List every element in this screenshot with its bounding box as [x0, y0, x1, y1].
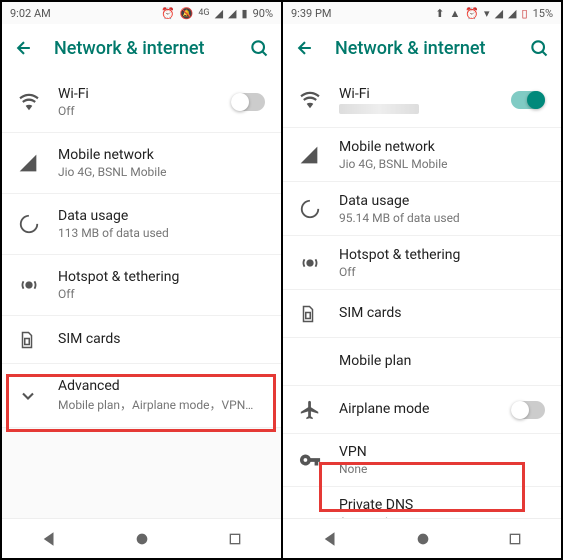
item-sub: Jio 4G, BSNL Mobile: [339, 157, 545, 171]
item-title: Airplane mode: [339, 401, 511, 417]
wifi-status-icon: ▾: [484, 7, 490, 20]
signal-icon: [18, 153, 58, 173]
back-icon[interactable]: [14, 38, 34, 58]
signal-icon: ◢: [495, 7, 503, 20]
nav-recent-icon[interactable]: [227, 531, 243, 547]
mobile-network-item[interactable]: Mobile network Jio 4G, BSNL Mobile: [283, 128, 561, 182]
status-time: 9:39 PM: [291, 7, 331, 20]
alarm-icon: ⏰: [465, 7, 479, 20]
airplane-mode-item[interactable]: Airplane mode: [283, 386, 561, 434]
data-usage-icon: [18, 213, 58, 235]
item-sub: 95.14 MB of data used: [339, 211, 545, 225]
sim-cards-item[interactable]: SIM cards: [283, 290, 561, 338]
nav-back-icon[interactable]: [321, 530, 339, 548]
search-icon[interactable]: [249, 38, 269, 58]
item-sub: Off: [58, 104, 231, 118]
item-title: Data usage: [339, 193, 545, 209]
battery-icon: ▯: [522, 7, 528, 20]
nav-home-icon[interactable]: [134, 531, 150, 547]
item-sub: 113 MB of data used: [58, 226, 265, 240]
status-time: 9:02 AM: [10, 7, 51, 20]
item-sub: Mobile plan，Airplane mode，VPN，Priva…: [58, 396, 265, 413]
airplane-toggle[interactable]: [511, 401, 545, 419]
battery-percent: 15%: [533, 7, 553, 20]
battery-icon: ▮: [242, 7, 248, 20]
wifi-item[interactable]: Wi-Fi Off: [2, 72, 281, 133]
nav-bar: [2, 518, 281, 558]
hotspot-item[interactable]: Hotspot & tethering Off: [283, 236, 561, 290]
status-icons: ⬆ ▲ ⏰ ▾ ◢ ◢ ▯ 15%: [435, 7, 553, 20]
notification-icon: ⬆: [435, 7, 444, 20]
item-title: SIM cards: [58, 331, 265, 347]
signal-icon: ◢: [508, 7, 516, 20]
item-title: Mobile plan: [339, 353, 545, 369]
notification-icon: ▲: [449, 7, 460, 20]
item-title: VPN: [339, 444, 545, 460]
wifi-ssid-redacted: [339, 104, 419, 114]
sim-icon: [18, 329, 58, 351]
item-sub: Off: [58, 287, 265, 301]
item-title: Data usage: [58, 208, 265, 224]
network-type: 4G: [198, 8, 209, 18]
battery-percent: 90%: [253, 7, 273, 20]
chevron-down-icon: [18, 386, 58, 406]
private-dns-item[interactable]: Private DNSAutomatic: [283, 487, 561, 518]
status-bar: 9:02 AM ⏰ 🔕 4G ◢ ◢ ▮ 90%: [2, 2, 281, 24]
data-usage-item[interactable]: Data usage 113 MB of data used: [2, 194, 281, 255]
mobile-plan-item[interactable]: Mobile plan: [283, 338, 561, 386]
app-bar: Network & internet: [283, 24, 561, 72]
hotspot-item[interactable]: Hotspot & tethering Off: [2, 255, 281, 316]
wifi-icon: [299, 89, 339, 111]
vpn-item[interactable]: VPN None: [283, 434, 561, 487]
status-icons: ⏰ 🔕 4G ◢ ◢ ▮ 90%: [161, 7, 273, 20]
wifi-icon: [18, 91, 58, 113]
screen-right: 9:39 PM ⬆ ▲ ⏰ ▾ ◢ ◢ ▯ 15% Network & inte…: [283, 2, 561, 558]
status-bar: 9:39 PM ⬆ ▲ ⏰ ▾ ◢ ◢ ▯ 15%: [283, 2, 561, 24]
item-title: SIM cards: [339, 305, 545, 321]
nav-bar: [283, 518, 561, 558]
item-title: Mobile network: [339, 139, 545, 155]
item-title: Wi-Fi: [339, 86, 511, 102]
page-title: Network & internet: [54, 38, 229, 59]
hotspot-icon: [299, 252, 339, 274]
data-usage-icon: [299, 198, 339, 220]
signal-icon: ◢: [215, 7, 223, 20]
airplane-icon: [299, 399, 339, 421]
hotspot-icon: [18, 274, 58, 296]
nav-home-icon[interactable]: [415, 531, 431, 547]
item-title: Hotspot & tethering: [339, 247, 545, 263]
item-title: Advanced: [58, 378, 265, 394]
wifi-toggle[interactable]: [231, 93, 265, 111]
nav-back-icon[interactable]: [40, 530, 58, 548]
back-icon[interactable]: [295, 38, 315, 58]
nav-recent-icon[interactable]: [507, 531, 523, 547]
item-title: Mobile network: [58, 147, 265, 163]
item-title: Hotspot & tethering: [58, 269, 265, 285]
item-sub: Off: [339, 265, 545, 279]
page-title: Network & internet: [335, 38, 509, 59]
search-icon[interactable]: [529, 38, 549, 58]
item-title: Wi-Fi: [58, 86, 231, 102]
mobile-network-item[interactable]: Mobile network Jio 4G, BSNL Mobile: [2, 133, 281, 194]
vpn-key-icon: [299, 449, 339, 471]
sim-icon: [299, 303, 339, 325]
wifi-toggle[interactable]: [511, 91, 545, 109]
wifi-item[interactable]: Wi-Fi: [283, 72, 561, 128]
settings-list: Wi-Fi Mobile networkJio 4G, BSNL Mobile …: [283, 72, 561, 518]
app-bar: Network & internet: [2, 24, 281, 72]
screen-left: 9:02 AM ⏰ 🔕 4G ◢ ◢ ▮ 90% Network & inter…: [2, 2, 281, 558]
alarm-icon: ⏰: [161, 7, 175, 20]
item-title: Private DNS: [339, 497, 545, 513]
advanced-item[interactable]: Advanced Mobile plan，Airplane mode，VPN，Pr…: [2, 364, 281, 428]
item-sub: None: [339, 462, 545, 476]
dnd-icon: 🔕: [180, 7, 194, 20]
data-usage-item[interactable]: Data usage 95.14 MB of data used: [283, 182, 561, 236]
settings-list: Wi-Fi Off Mobile network Jio 4G, BSNL Mobi…: [2, 72, 281, 518]
sim-cards-item[interactable]: SIM cards: [2, 316, 281, 364]
signal-icon: [299, 145, 339, 165]
item-sub: Jio 4G, BSNL Mobile: [58, 165, 265, 179]
signal-icon: ◢: [228, 7, 236, 20]
